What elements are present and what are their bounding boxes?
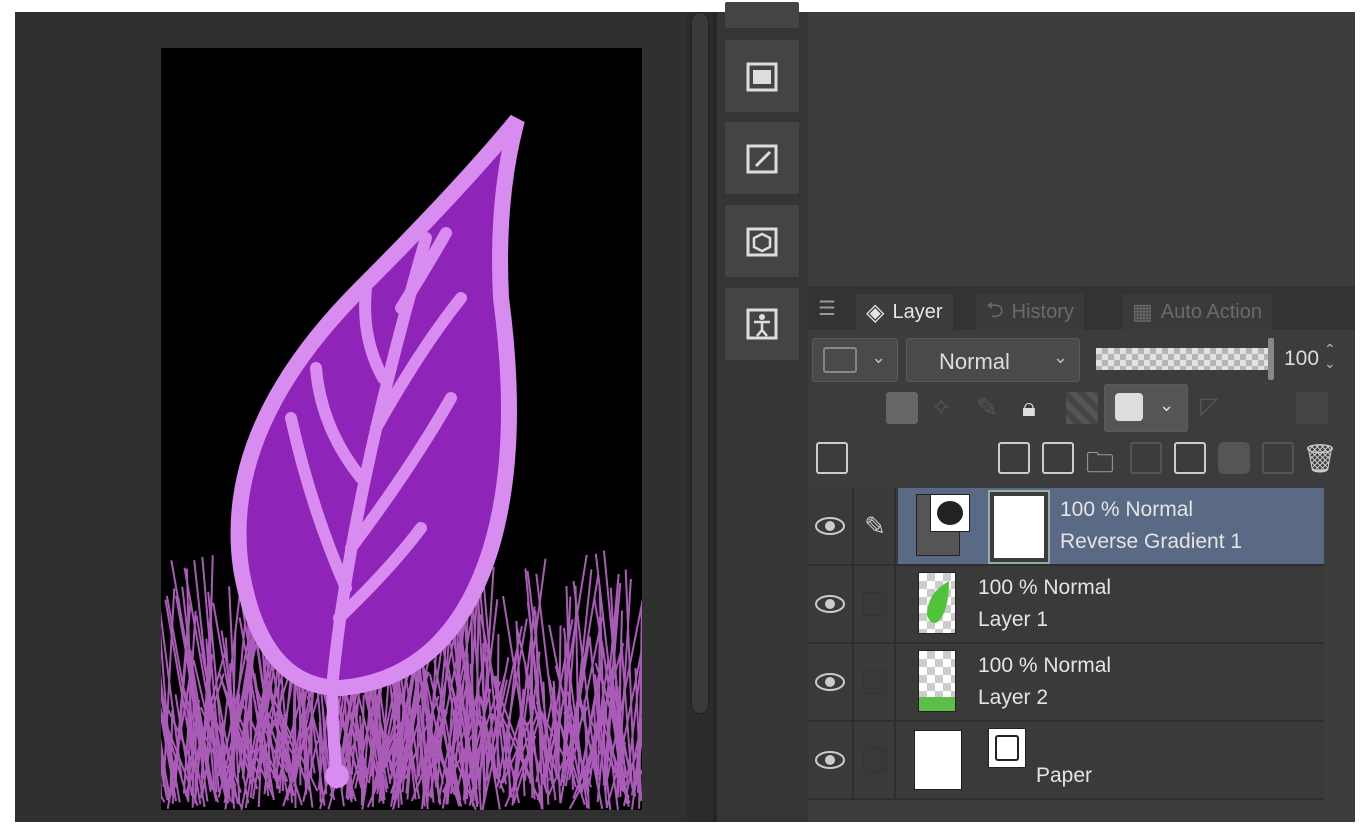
opacity-stepper-icon[interactable]: ⌃ ⌄ [1324,342,1336,370]
gradient-map-icon [930,494,970,532]
layer-name: Reverse Gradient 1 [1060,530,1243,553]
panel-icon-column [713,2,808,822]
mask-toggle-dropdown[interactable]: ⌄ [1104,384,1188,432]
material-image-button[interactable] [725,40,799,112]
image-folder-icon [746,62,778,92]
layer-row[interactable]: 100 % Normal Layer 2 [808,644,1324,722]
layer-main: Paper [898,722,1324,798]
canvas-area[interactable] [15,12,687,822]
layer-main: 100 % Normal Reverse Gradient 1 [898,488,1324,564]
visibility-eye-icon[interactable] [808,722,854,798]
layer-select-checkbox[interactable] [856,722,896,798]
visibility-eye-icon[interactable] [808,644,854,720]
panel-tabs: ☰ ◈ Layer ⮌ History ▦ Auto Action [808,286,1355,330]
visibility-eye-icon[interactable] [808,488,854,564]
layer-thumbnail [918,650,956,712]
clapper-icon: ▦ [1132,299,1153,324]
layer-name: Layer 2 [978,686,1049,709]
mask-enabled-icon [1115,393,1143,421]
layer-row[interactable]: 100 % Normal Layer 1 [808,566,1324,644]
material-3d-button[interactable] [725,205,799,277]
layer-list: ✎ 100 % Normal Reverse Gradient 1 100 % … [808,488,1324,800]
tab-auto-action[interactable]: ▦ Auto Action [1122,294,1272,330]
chevron-down-icon: ⌄ [871,347,887,367]
tab-layer[interactable]: ◈ Layer [856,294,953,330]
artwork-canvas[interactable] [161,48,642,810]
layer-select-checkbox[interactable] [856,566,896,642]
layer-color-dropdown[interactable]: ⌄ [812,338,898,382]
transfer-to-lower-layer-icon[interactable] [1130,442,1162,474]
tab-history[interactable]: ⮌ History [976,294,1084,330]
layer-main: 100 % Normal Layer 2 [898,644,1324,720]
create-mask-icon[interactable] [1218,442,1250,474]
edit-folder-icon [746,144,778,174]
history-icon: ⮌ [986,297,1004,322]
merge-down-icon[interactable] [1174,442,1206,474]
panel-button-top[interactable] [725,2,799,28]
ruler-range-icon[interactable]: ◸ [1200,392,1232,424]
scrollbar-thumb[interactable] [691,12,709,714]
draft-layer-icon[interactable]: ✎ [976,392,1008,424]
clip-to-layer-below-icon[interactable] [886,392,918,424]
layer-color-icon[interactable] [1296,392,1328,424]
layer-list-icon[interactable] [816,442,848,474]
new-folder-icon[interactable]: 🗀 [1086,442,1118,478]
reference-layer-icon[interactable]: ✧ [930,392,962,424]
window-edge [1355,0,1368,833]
layer-name: Layer 1 [978,608,1049,631]
leaf-artwork [161,114,642,810]
grass-stroke [597,616,601,776]
chevron-down-icon: ⌄ [1053,347,1069,367]
canvas-vertical-scrollbar[interactable] [687,12,713,822]
layer-panel: ☰ ◈ Layer ⮌ History ▦ Auto Action ⌄ Normal … [808,12,1355,822]
layer-name: Paper [1036,764,1093,787]
material-figure-button[interactable] [725,288,799,360]
apply-mask-icon[interactable] [1262,442,1294,474]
lock-transparent-icon[interactable] [1066,392,1098,424]
layers-icon: ◈ [866,298,885,326]
layer-main: 100 % Normal Layer 1 [898,566,1324,642]
opacity-slider-handle[interactable] [1268,338,1274,380]
chevron-down-icon: ⌄ [1159,395,1175,415]
blend-mode-dropdown[interactable]: Normal ⌄ [906,338,1080,382]
layer-row[interactable]: Paper [808,722,1324,800]
material-edit-button[interactable] [725,122,799,194]
visibility-eye-icon[interactable] [808,566,854,642]
trash-icon[interactable]: 🗑︎ [1302,442,1338,474]
figure-icon [746,308,778,340]
layer-row[interactable]: ✎ 100 % Normal Reverse Gradient 1 [808,488,1324,566]
mask-thumbnail[interactable] [988,490,1050,564]
layer-thumbnail [914,730,962,790]
panel-menu-icon[interactable]: ☰ [818,296,840,320]
layer-select-checkbox[interactable] [856,644,896,720]
opacity-value[interactable]: 100 [1284,347,1319,371]
layer-thumbnail [918,572,956,634]
lock-icon[interactable]: 🔒︎ [1022,392,1054,424]
opacity-slider[interactable] [1096,348,1268,370]
cube-folder-icon [746,227,778,257]
new-vector-layer-icon[interactable] [1042,442,1074,474]
paper-layer-icon [988,728,1026,768]
new-raster-layer-icon[interactable] [998,442,1030,474]
editing-pen-icon[interactable]: ✎ [856,488,896,564]
